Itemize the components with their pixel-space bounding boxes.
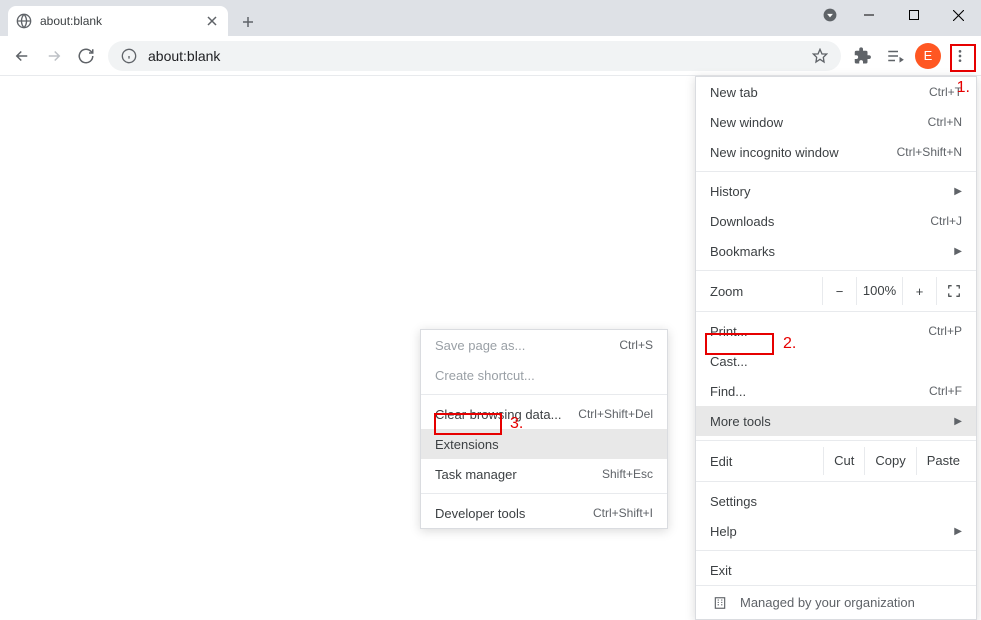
new-tab-button[interactable] <box>234 8 262 36</box>
menu-separator <box>696 311 976 312</box>
menu-find[interactable]: Find...Ctrl+F <box>696 376 976 406</box>
toolbar: about:blank E <box>0 36 981 76</box>
window-controls <box>814 0 981 30</box>
menu-edit-row: Edit Cut Copy Paste <box>696 445 976 477</box>
menu-separator <box>696 550 976 551</box>
chevron-right-icon: ▶ <box>954 186 962 197</box>
zoom-in-button[interactable]: + <box>902 277 936 305</box>
menu-separator <box>696 440 976 441</box>
submenu-save-page[interactable]: Save page as...Ctrl+S <box>421 330 667 360</box>
menu-separator <box>696 171 976 172</box>
back-button[interactable] <box>6 40 38 72</box>
globe-icon <box>16 13 32 29</box>
submenu-task-manager[interactable]: Task managerShift+Esc <box>421 459 667 489</box>
menu-more-tools[interactable]: More tools▶ <box>696 406 976 436</box>
menu-new-tab[interactable]: New tabCtrl+T <box>696 77 976 107</box>
fullscreen-button[interactable] <box>936 277 970 305</box>
menu-separator <box>421 493 667 494</box>
menu-settings[interactable]: Settings <box>696 486 976 516</box>
menu-zoom-row: Zoom − 100% + <box>696 275 976 307</box>
menu-exit[interactable]: Exit <box>696 555 976 585</box>
zoom-out-button[interactable]: − <box>822 277 856 305</box>
menu-cast[interactable]: Cast... <box>696 346 976 376</box>
profile-avatar[interactable]: E <box>915 43 941 69</box>
menu-separator <box>696 270 976 271</box>
menu-managed-notice[interactable]: Managed by your organization <box>696 585 976 619</box>
chevron-right-icon: ▶ <box>954 416 962 427</box>
maximize-button[interactable] <box>891 0 936 30</box>
close-tab-icon[interactable] <box>204 13 220 29</box>
submenu-extensions[interactable]: Extensions <box>421 429 667 459</box>
menu-print[interactable]: Print...Ctrl+P <box>696 316 976 346</box>
url-text: about:blank <box>148 48 811 64</box>
avatar-letter: E <box>924 48 933 63</box>
chrome-menu-button[interactable] <box>945 41 975 71</box>
forward-button[interactable] <box>38 40 70 72</box>
menu-help[interactable]: Help▶ <box>696 516 976 546</box>
menu-history[interactable]: History▶ <box>696 176 976 206</box>
menu-separator <box>421 394 667 395</box>
submenu-clear-data[interactable]: Clear browsing data...Ctrl+Shift+Del <box>421 399 667 429</box>
reload-button[interactable] <box>70 40 102 72</box>
zoom-value: 100% <box>856 277 902 305</box>
menu-new-window[interactable]: New windowCtrl+N <box>696 107 976 137</box>
media-control-icon[interactable] <box>879 40 911 72</box>
tab-title: about:blank <box>40 14 204 28</box>
site-info-icon[interactable] <box>120 47 138 65</box>
minimize-button[interactable] <box>846 0 891 30</box>
menu-bookmarks[interactable]: Bookmarks▶ <box>696 236 976 266</box>
close-window-button[interactable] <box>936 0 981 30</box>
menu-new-incognito[interactable]: New incognito windowCtrl+Shift+N <box>696 137 976 167</box>
address-bar[interactable]: about:blank <box>108 41 841 71</box>
submenu-dev-tools[interactable]: Developer toolsCtrl+Shift+I <box>421 498 667 528</box>
extensions-icon[interactable] <box>847 40 879 72</box>
submenu-create-shortcut[interactable]: Create shortcut... <box>421 360 667 390</box>
edit-copy-button[interactable]: Copy <box>864 447 915 475</box>
bookmark-star-icon[interactable] <box>811 47 829 65</box>
chevron-right-icon: ▶ <box>954 526 962 537</box>
chevron-right-icon: ▶ <box>954 246 962 257</box>
menu-separator <box>696 481 976 482</box>
edit-paste-button[interactable]: Paste <box>916 447 970 475</box>
user-indicator-icon[interactable] <box>814 0 846 30</box>
browser-tab[interactable]: about:blank <box>8 6 228 36</box>
building-icon <box>710 596 730 610</box>
menu-downloads[interactable]: DownloadsCtrl+J <box>696 206 976 236</box>
more-tools-submenu: Save page as...Ctrl+S Create shortcut...… <box>420 329 668 529</box>
edit-cut-button[interactable]: Cut <box>823 447 864 475</box>
chrome-main-menu: New tabCtrl+T New windowCtrl+N New incog… <box>695 76 977 620</box>
